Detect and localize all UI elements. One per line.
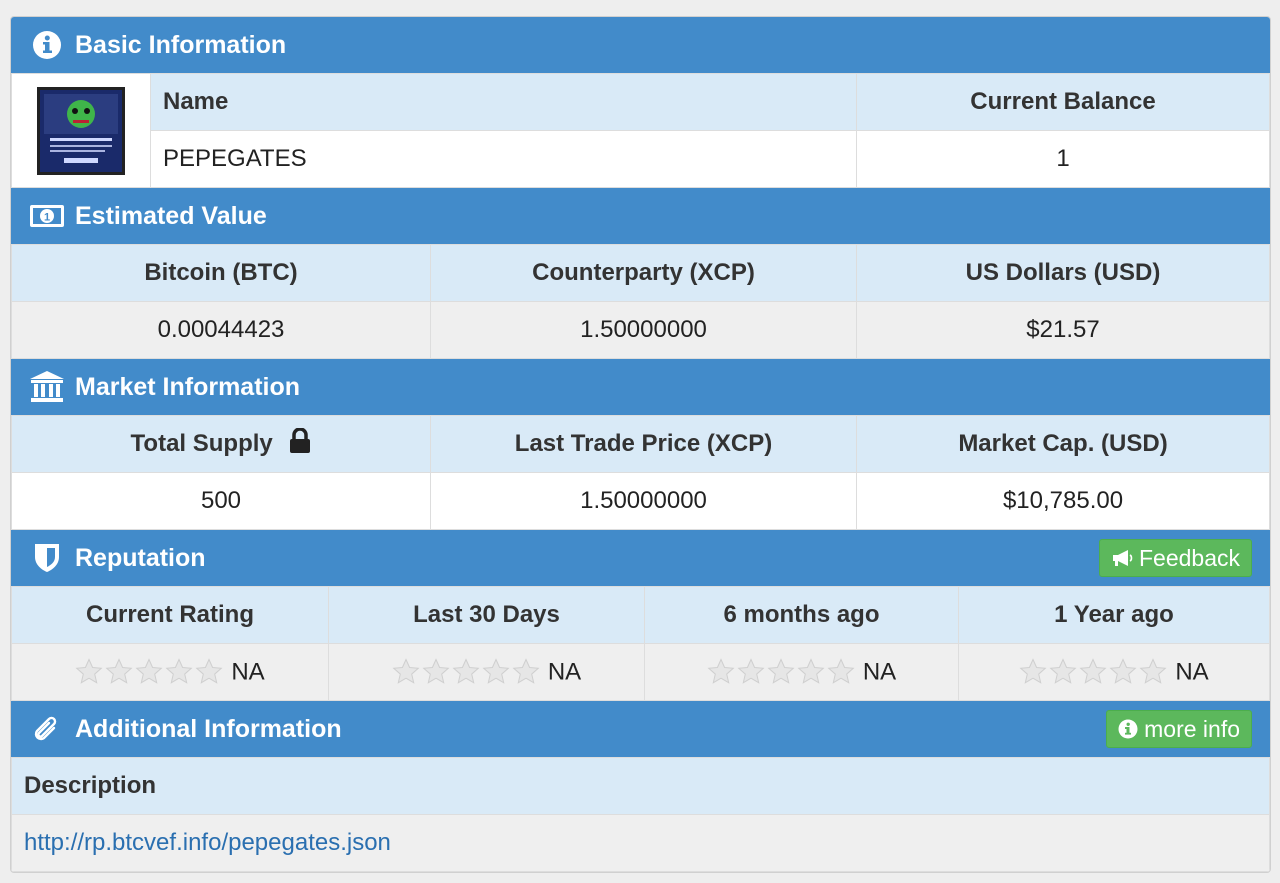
description-cell: http://rp.btcvef.info/pepegates.json	[11, 814, 1270, 872]
basic-information-header: Basic Information	[11, 17, 1270, 73]
star-empty-icon	[105, 658, 133, 685]
star-empty-icon	[135, 658, 163, 685]
star-rating	[75, 658, 223, 686]
star-empty-icon	[1079, 658, 1107, 685]
star-empty-icon	[707, 658, 735, 685]
market-cap-value: $10,785.00	[856, 472, 1270, 530]
section-title: Additional Information	[75, 714, 342, 743]
total-supply-value: 500	[11, 472, 431, 530]
6-months-ago-header: 6 months ago	[644, 586, 959, 644]
usd-value: $21.57	[856, 301, 1270, 359]
additional-information-header: Additional Information more info	[11, 701, 1270, 757]
section-title: Market Information	[75, 372, 301, 401]
description-link[interactable]: http://rp.btcvef.info/pepegates.json	[24, 829, 391, 856]
asset-info-panel: Basic Information Name Current Balance P…	[10, 16, 1271, 873]
star-empty-icon	[797, 658, 825, 685]
usd-header: US Dollars (USD)	[856, 244, 1270, 302]
star-empty-icon	[422, 658, 450, 685]
info-circle-icon	[1118, 719, 1138, 739]
bank-icon	[29, 369, 65, 405]
current-balance-header: Current Balance	[856, 73, 1270, 131]
star-rating	[392, 658, 540, 686]
xcp-header: Counterparty (XCP)	[430, 244, 857, 302]
asset-image-cell	[11, 73, 151, 188]
star-empty-icon	[1139, 658, 1167, 685]
info-circle-icon	[29, 27, 65, 63]
btc-header: Bitcoin (BTC)	[11, 244, 431, 302]
section-title: Reputation	[75, 543, 206, 572]
last-trade-price-header: Last Trade Price (XCP)	[430, 415, 857, 473]
rating-value: NA	[547, 658, 582, 686]
1-year-ago-header: 1 Year ago	[958, 586, 1270, 644]
rating-cell: NA	[644, 643, 959, 701]
current-rating-header: Current Rating	[11, 586, 329, 644]
btc-value: 0.00044423	[11, 301, 431, 359]
star-empty-icon	[1019, 658, 1047, 685]
section-title: Basic Information	[75, 30, 287, 59]
description-header: Description	[11, 757, 1270, 815]
star-empty-icon	[737, 658, 765, 685]
additional-information-table: Description http://rp.btcvef.info/pepega…	[11, 757, 1270, 872]
rating-cell: NA	[958, 643, 1270, 701]
name-header: Name	[150, 73, 857, 131]
paperclip-icon	[29, 711, 65, 747]
rating-cell: NA	[11, 643, 329, 701]
more-info-button[interactable]: more info	[1106, 710, 1252, 748]
total-supply-header: Total Supply	[11, 415, 431, 473]
basic-information-table: Name Current Balance PEPEGATES 1	[11, 73, 1270, 188]
shield-icon	[29, 540, 65, 576]
bullhorn-icon	[1112, 550, 1133, 566]
star-empty-icon	[1049, 658, 1077, 685]
market-information-table: Total Supply Last Trade Price (XCP) Mark…	[11, 415, 1270, 530]
asset-name-value: PEPEGATES	[150, 130, 857, 188]
current-balance-value: 1	[856, 130, 1270, 188]
star-empty-icon	[165, 658, 193, 685]
star-empty-icon	[827, 658, 855, 685]
section-title: Estimated Value	[75, 201, 267, 230]
star-empty-icon	[75, 658, 103, 685]
star-empty-icon	[195, 658, 223, 685]
star-empty-icon	[767, 658, 795, 685]
last-30-days-header: Last 30 Days	[328, 586, 645, 644]
star-rating	[1019, 658, 1167, 686]
star-rating	[707, 658, 855, 686]
more-info-label: more info	[1144, 715, 1240, 742]
feedback-button[interactable]: Feedback	[1098, 539, 1252, 577]
star-empty-icon	[482, 658, 510, 685]
feedback-label: Feedback	[1138, 544, 1240, 571]
rating-value: NA	[231, 658, 265, 686]
estimated-value-header: 1 Estimated Value	[11, 188, 1270, 244]
market-cap-header: Market Cap. (USD)	[856, 415, 1270, 473]
money-bill-icon: 1	[29, 198, 65, 234]
reputation-header: Reputation Feedback	[11, 530, 1270, 586]
total-supply-label: Total Supply	[130, 429, 273, 457]
star-empty-icon	[452, 658, 480, 685]
star-empty-icon	[512, 658, 540, 685]
svg-text:1: 1	[44, 212, 50, 224]
market-information-header: Market Information	[11, 359, 1270, 415]
rating-value: NA	[1175, 658, 1209, 686]
lock-icon	[289, 426, 311, 461]
star-empty-icon	[392, 658, 420, 685]
estimated-value-table: Bitcoin (BTC) Counterparty (XCP) US Doll…	[11, 244, 1270, 359]
rating-cell: NA	[328, 643, 645, 701]
asset-image[interactable]	[37, 86, 125, 175]
last-trade-price-value: 1.50000000	[430, 472, 857, 530]
rating-value: NA	[862, 658, 897, 686]
star-empty-icon	[1109, 658, 1137, 685]
reputation-table: Current Rating Last 30 Days 6 months ago…	[11, 586, 1270, 701]
xcp-value: 1.50000000	[430, 301, 857, 359]
